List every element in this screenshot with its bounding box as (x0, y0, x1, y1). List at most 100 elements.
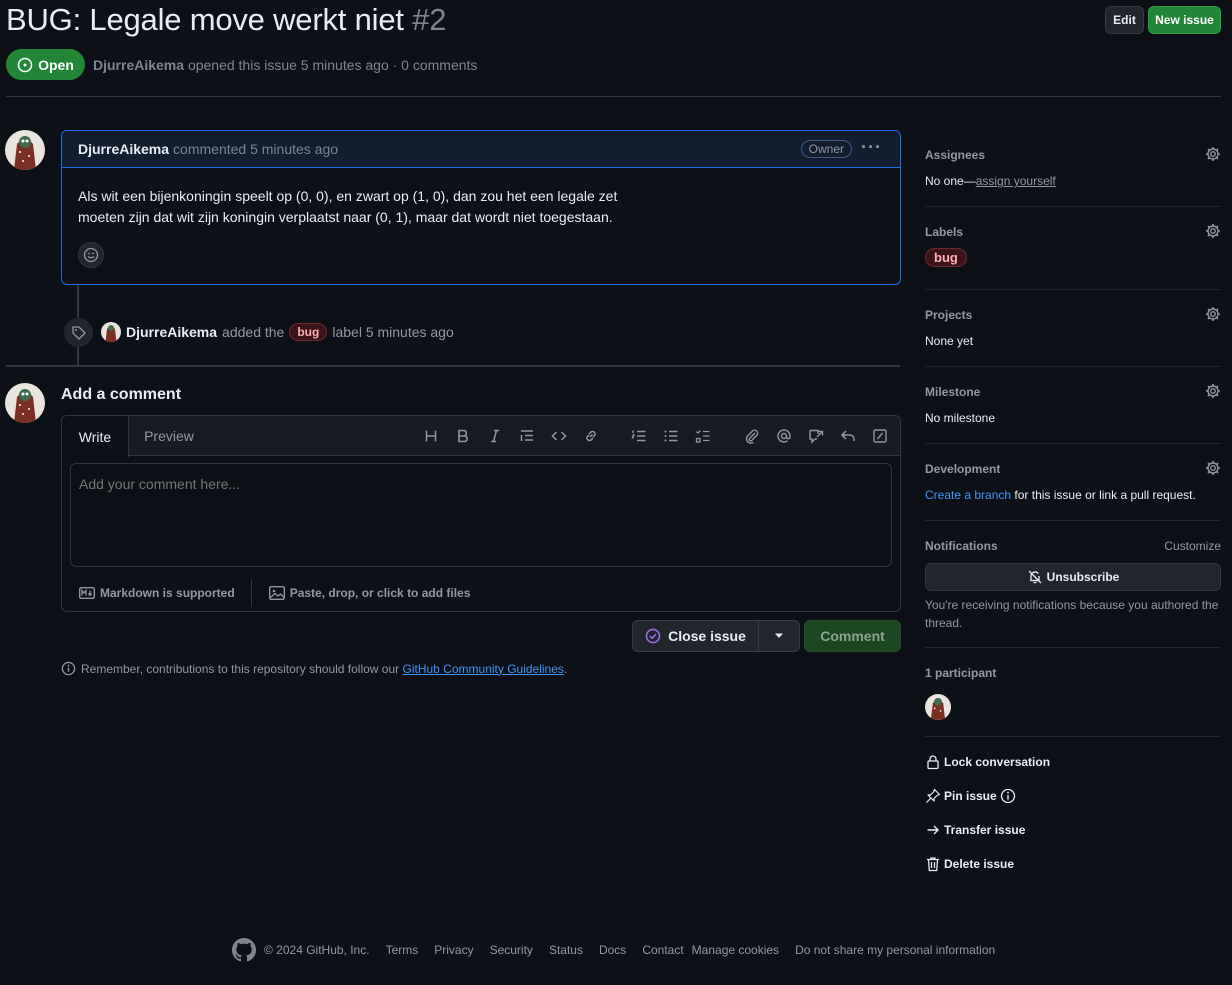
development-gear-icon[interactable] (1205, 460, 1221, 476)
quote-icon[interactable] (517, 426, 537, 446)
numbered-list-icon[interactable] (629, 426, 649, 446)
tab-preview[interactable]: Preview (129, 416, 209, 456)
cross-reference-icon[interactable] (806, 426, 826, 446)
check-circle-icon (645, 628, 661, 644)
comment-button[interactable]: Comment (804, 620, 901, 652)
add-files-button[interactable]: Paste, drop, or click to add files (252, 586, 470, 600)
issue-number: #2 (412, 2, 447, 37)
footer-copyright: © 2024 GitHub, Inc. (264, 943, 370, 957)
delete-issue-button[interactable]: Delete issue (925, 856, 1014, 872)
heading-icon[interactable] (421, 426, 441, 446)
comment-options-icon[interactable]: ··· (861, 137, 882, 158)
assignees-none: No one— (925, 174, 976, 188)
github-logo-icon[interactable] (232, 938, 256, 962)
sidebar-divider (925, 736, 1221, 737)
transfer-label: Transfer issue (944, 823, 1026, 837)
projects-gear-icon[interactable] (1205, 306, 1221, 322)
footer-link-privacy[interactable]: Privacy (434, 943, 473, 957)
milestone-value: No milestone (925, 411, 996, 425)
slash-commands-icon[interactable] (870, 426, 890, 446)
labels-gear-icon[interactable] (1205, 223, 1221, 239)
unsubscribe-label: Unsubscribe (1046, 570, 1120, 584)
comment-editor: Write Preview Markdown is supported Past… (61, 415, 901, 612)
info-icon[interactable] (1000, 788, 1016, 804)
participant-avatar[interactable] (925, 694, 951, 720)
comment-time[interactable]: commented 5 minutes ago (173, 141, 338, 157)
footer-link-status[interactable]: Status (549, 943, 583, 957)
sidebar-divider (925, 366, 1221, 367)
new-issue-button[interactable]: New issue (1148, 6, 1221, 34)
sidebar-divider (925, 647, 1221, 648)
label-event: DjurreAikema added the bug label 5 minut… (101, 322, 454, 342)
issue-title-text: BUG: Legale move werkt niet (6, 2, 404, 37)
avatar[interactable] (5, 130, 45, 170)
issue-state-label: Open (38, 56, 74, 73)
footer-link-docs[interactable]: Docs (599, 943, 626, 957)
event-author[interactable]: DjurreAikema (126, 324, 217, 340)
comment-body: Als wit een bijenkoningin speelt op (0, … (62, 168, 900, 228)
issue-author-link[interactable]: DjurreAikema (93, 57, 184, 73)
development-section: Development Create a branch for this iss… (925, 460, 1221, 502)
mention-icon[interactable] (774, 426, 794, 446)
footer-link-contact[interactable]: Contact (642, 943, 683, 957)
assignees-value: No one—assign yourself (925, 174, 1221, 188)
community-guidelines-link[interactable]: GitHub Community Guidelines (403, 662, 564, 676)
close-issue-group: Close issue (632, 620, 800, 652)
notification-reason: You're receiving notifications because y… (925, 598, 1219, 630)
footer-link-security[interactable]: Security (490, 943, 533, 957)
comment-author[interactable]: DjurreAikema (78, 141, 169, 157)
sidebar-divider (925, 289, 1221, 290)
image-icon (268, 586, 285, 600)
saved-reply-icon[interactable] (838, 426, 858, 446)
labels-section: Labels bug (925, 223, 1221, 267)
projects-value: None yet (925, 334, 974, 348)
sidebar-divider (925, 443, 1221, 444)
development-title: Development (925, 462, 1001, 476)
transfer-issue-button[interactable]: Transfer issue (925, 822, 1025, 838)
bulleted-list-icon[interactable] (661, 426, 681, 446)
footer-link-do-not-share[interactable]: Do not share my personal information (795, 943, 995, 957)
sidebar-divider (925, 520, 1221, 521)
task-list-icon[interactable] (693, 426, 713, 446)
timeline-divider (6, 365, 900, 367)
close-options-button[interactable] (759, 621, 799, 651)
add-reaction-button[interactable] (78, 242, 104, 268)
link-icon[interactable] (581, 426, 601, 446)
remember-end: . (563, 661, 568, 676)
event-text-before: added the (222, 324, 285, 340)
event-label-bug[interactable]: bug (289, 323, 328, 341)
unsubscribe-button[interactable]: Unsubscribe (925, 563, 1221, 591)
create-branch-link[interactable]: Create a branch (925, 488, 1011, 502)
lock-conversation-button[interactable]: Lock conversation (925, 754, 1050, 770)
assignees-gear-icon[interactable] (1205, 146, 1221, 162)
italic-icon[interactable] (485, 426, 505, 446)
arrow-right-icon (927, 825, 939, 835)
customize-link[interactable]: Customize (1164, 539, 1221, 553)
comment-line: moeten zijn dat wit zijn koningin verpla… (78, 209, 613, 225)
pin-issue-button[interactable]: Pin issue (925, 788, 1016, 804)
labels-title: Labels (925, 225, 964, 239)
tab-write[interactable]: Write (62, 416, 129, 457)
attach-icon[interactable] (742, 426, 762, 446)
markdown-label: Markdown is supported (100, 586, 235, 600)
markdown-supported-link[interactable]: Markdown is supported (62, 579, 252, 607)
comment-textarea[interactable] (70, 463, 892, 567)
sidebar-divider (925, 206, 1221, 207)
milestone-section: Milestone No milestone (925, 383, 1221, 425)
footer-link-terms[interactable]: Terms (386, 943, 419, 957)
edit-button[interactable]: Edit (1105, 6, 1144, 34)
close-issue-label: Close issue (668, 628, 746, 644)
sidebar-label-bug[interactable]: bug (925, 248, 967, 267)
event-avatar[interactable] (101, 322, 121, 342)
add-comment-heading: Add a comment (61, 386, 182, 403)
close-issue-button[interactable]: Close issue (633, 621, 759, 651)
milestone-title: Milestone (925, 385, 981, 399)
tag-event-badge (64, 318, 93, 347)
milestone-gear-icon[interactable] (1205, 383, 1221, 399)
trash-icon (927, 857, 939, 872)
footer-link-manage-cookies[interactable]: Manage cookies (692, 943, 779, 957)
code-icon[interactable] (549, 426, 569, 446)
composer-avatar[interactable] (5, 383, 45, 423)
bold-icon[interactable] (453, 426, 473, 446)
assign-yourself-link[interactable]: assign yourself (976, 174, 1056, 188)
